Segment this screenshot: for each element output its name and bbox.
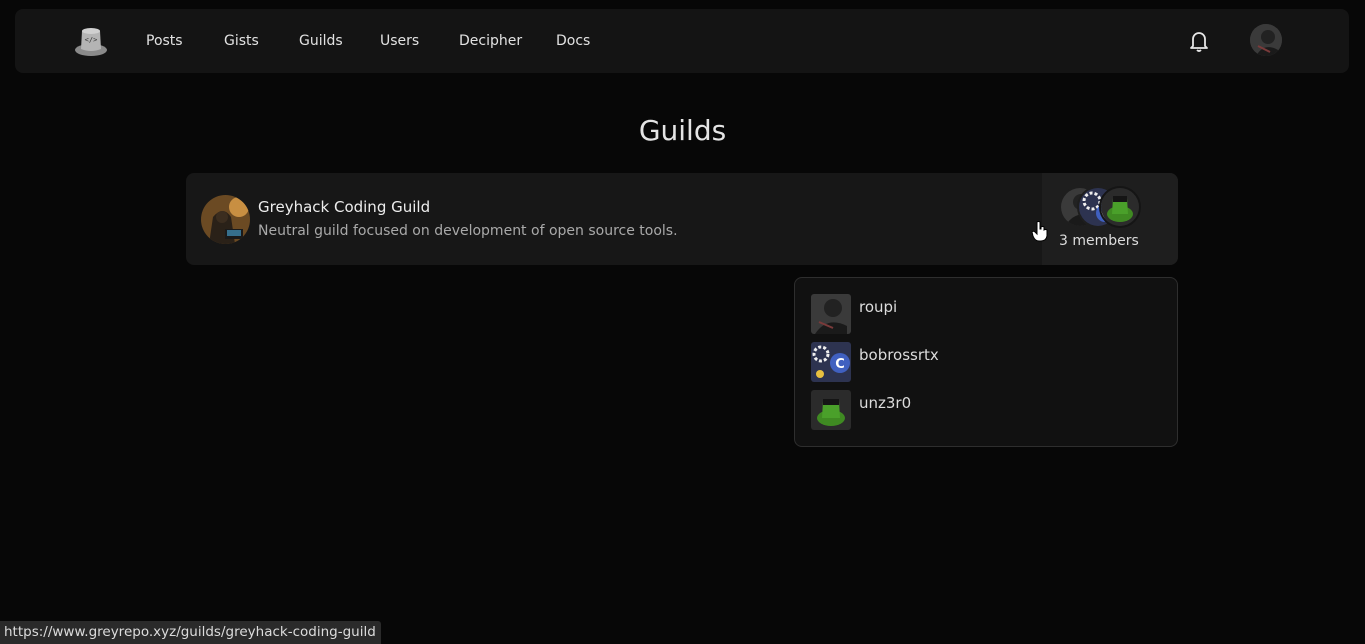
nav-link-guilds[interactable]: Guilds: [299, 33, 343, 49]
member-avatar-unz3r0: [1099, 186, 1141, 228]
user-avatar[interactable]: [1250, 24, 1282, 56]
svg-text:</>: </>: [85, 36, 98, 44]
member-avatar: C: [811, 342, 851, 382]
member-name[interactable]: roupi: [859, 298, 897, 316]
guild-avatar: [201, 195, 250, 244]
member-avatar: [811, 390, 851, 430]
members-popover: roupi C bobrossrtx unz3r0: [794, 277, 1178, 447]
guild-name[interactable]: Greyhack Coding Guild: [258, 198, 430, 216]
status-bar-url: https://www.greyrepo.xyz/guilds/greyhack…: [0, 621, 381, 644]
nav-link-users[interactable]: Users: [380, 33, 419, 49]
navbar: </> Posts Gists Guilds Users Decipher Do…: [15, 9, 1349, 73]
member-avatar-stack: C: [1059, 186, 1149, 228]
guild-card[interactable]: Greyhack Coding Guild Neutral guild focu…: [186, 173, 1178, 265]
nav-link-docs[interactable]: Docs: [556, 33, 590, 49]
svg-text:C: C: [835, 357, 845, 372]
member-item-roupi[interactable]: roupi: [811, 294, 1151, 334]
bell-icon[interactable]: [1188, 29, 1210, 53]
hand-cursor-icon: [1031, 220, 1049, 242]
member-avatar: [811, 294, 851, 334]
guild-members-button[interactable]: C 3 members: [1042, 173, 1178, 265]
hat-logo-icon[interactable]: </>: [73, 23, 109, 59]
member-name[interactable]: bobrossrtx: [859, 346, 939, 364]
members-count: 3 members: [1059, 233, 1139, 249]
member-item-unz3r0[interactable]: unz3r0: [811, 390, 1151, 430]
member-item-bobrossrtx[interactable]: C bobrossrtx: [811, 342, 1151, 382]
nav-link-posts[interactable]: Posts: [146, 33, 183, 49]
guild-description: Neutral guild focused on development of …: [258, 223, 678, 239]
member-name[interactable]: unz3r0: [859, 394, 911, 412]
nav-link-gists[interactable]: Gists: [224, 33, 259, 49]
nav-link-decipher[interactable]: Decipher: [459, 33, 522, 49]
page-title: Guilds: [638, 114, 727, 147]
